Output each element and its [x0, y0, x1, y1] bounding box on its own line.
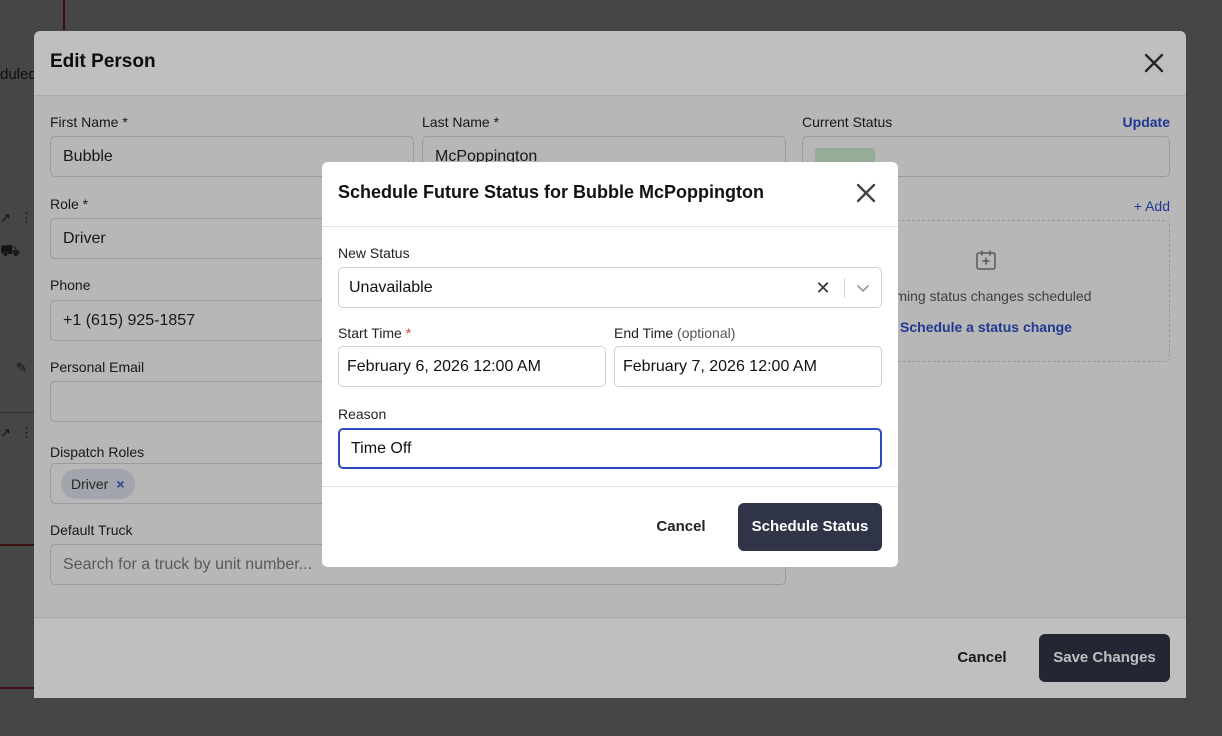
optional-text: (optional) — [677, 325, 736, 341]
select-separator — [844, 278, 845, 298]
start-time-label-text: Start Time — [338, 325, 402, 341]
cancel-button[interactable]: Cancel — [641, 503, 721, 551]
chevron-down-icon[interactable] — [855, 268, 871, 309]
new-status-select[interactable]: Unavailable ✕ — [338, 267, 882, 308]
schedule-status-header: Schedule Future Status for Bubble McPopp… — [322, 162, 898, 227]
end-time-field[interactable]: February 7, 2026 12:00 AM — [614, 346, 882, 387]
schedule-status-title: Schedule Future Status for Bubble McPopp… — [338, 182, 764, 202]
new-status-value: Unavailable — [349, 279, 433, 296]
schedule-status-footer: Cancel Schedule Status — [322, 486, 898, 567]
start-time-label: Start Time * — [338, 325, 411, 341]
reason-label: Reason — [338, 406, 387, 422]
required-mark: * — [405, 325, 412, 341]
close-icon[interactable] — [852, 179, 880, 207]
schedule-status-modal: Schedule Future Status for Bubble McPopp… — [322, 162, 898, 567]
reason-field[interactable]: Time Off — [338, 428, 882, 469]
new-status-label: New Status — [338, 245, 410, 261]
end-time-label-text: End Time — [614, 325, 674, 341]
clear-icon[interactable]: ✕ — [813, 268, 833, 309]
start-time-field[interactable]: February 6, 2026 12:00 AM — [338, 346, 606, 387]
end-time-label: End Time (optional) — [614, 325, 735, 341]
schedule-status-button[interactable]: Schedule Status — [738, 503, 882, 551]
